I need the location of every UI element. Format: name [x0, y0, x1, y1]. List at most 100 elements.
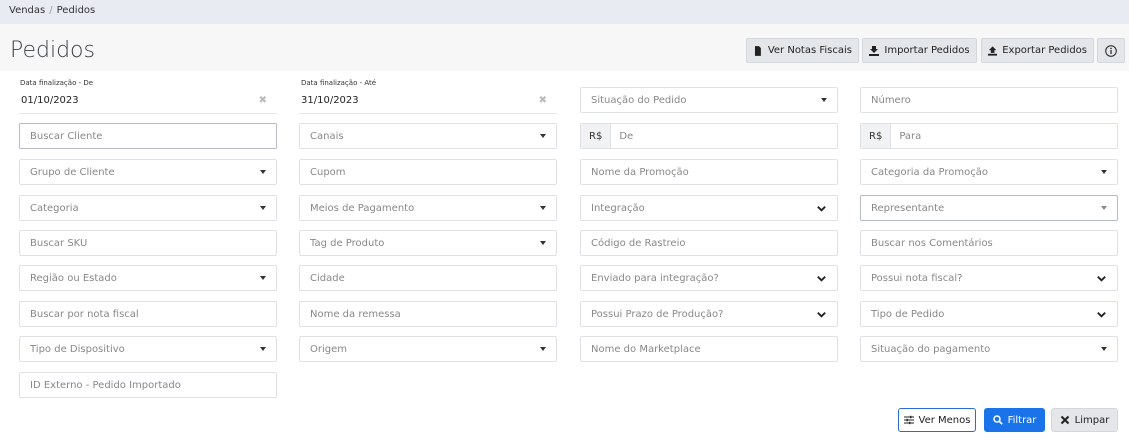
search-customer-input[interactable]: Buscar Cliente [19, 123, 277, 149]
promotion-name-input[interactable]: Nome da Promoção [580, 159, 838, 185]
caret-down-icon [821, 98, 827, 102]
chevron-down-icon [817, 311, 826, 318]
customer-group-placeholder: Grupo de Cliente [30, 166, 115, 178]
date-to-input[interactable]: 31/10/2023 ✖ [299, 88, 557, 114]
coupon-input[interactable]: Cupom [299, 159, 557, 185]
caret-down-icon [260, 206, 266, 210]
order-status-select[interactable]: Situação do Pedido [580, 87, 838, 113]
clear-label: Limpar [1074, 414, 1110, 426]
marketplace-name-input[interactable]: Nome do Marketplace [580, 336, 838, 362]
integration-placeholder: Integração [591, 202, 645, 214]
import-icon [869, 45, 880, 56]
breadcrumb-pedidos: Pedidos [56, 5, 96, 16]
has-invoice-select[interactable]: Possui nota fiscal? [860, 265, 1118, 291]
shipment-name-input[interactable]: Nome da remessa [299, 301, 557, 327]
payment-methods-select[interactable]: Meios de Pagamento [299, 195, 557, 221]
value-from-input[interactable]: R$ De [580, 123, 838, 149]
tracking-code-placeholder: Código de Rastreio [591, 237, 686, 249]
info-icon [1105, 44, 1117, 57]
category-select[interactable]: Categoria [19, 195, 277, 221]
page-title: Pedidos [10, 38, 95, 63]
promotion-category-select[interactable]: Categoria da Promoção [860, 159, 1118, 185]
export-icon [988, 45, 998, 56]
channels-select[interactable]: Canais [299, 123, 557, 149]
value-to-placeholder: Para [899, 130, 922, 142]
clear-button[interactable]: Limpar [1051, 408, 1118, 432]
integration-select[interactable]: Integração [580, 195, 838, 221]
import-orders-button[interactable]: Importar Pedidos [862, 38, 977, 63]
chevron-down-icon [817, 275, 826, 282]
payment-status-placeholder: Situação do pagamento [871, 343, 991, 355]
document-icon [754, 45, 761, 56]
order-type-placeholder: Tipo de Pedido [871, 308, 945, 320]
order-status-placeholder: Situação do Pedido [591, 94, 687, 106]
show-less-label: Ver Menos [918, 414, 971, 426]
search-sku-input[interactable]: Buscar SKU [19, 230, 277, 256]
city-input[interactable]: Cidade [299, 265, 557, 291]
currency-prefix: R$ [581, 124, 612, 148]
view-invoices-label: Ver Notas Fiscais [767, 45, 852, 56]
chevron-down-icon [1097, 275, 1106, 282]
payment-status-select[interactable]: Situação do pagamento [860, 336, 1118, 362]
breadcrumb-vendas[interactable]: Vendas [9, 5, 45, 16]
region-state-select[interactable]: Região ou Estado [19, 265, 277, 291]
value-from-placeholder: De [619, 130, 634, 142]
import-orders-label: Importar Pedidos [884, 45, 970, 56]
order-type-select[interactable]: Tipo de Pedido [860, 301, 1118, 327]
product-tag-select[interactable]: Tag de Produto [299, 230, 557, 256]
region-state-placeholder: Região ou Estado [30, 272, 117, 284]
search-icon [992, 415, 1003, 425]
search-invoice-input[interactable]: Buscar por nota fiscal [19, 301, 277, 327]
chevron-down-icon [1097, 311, 1106, 318]
origin-placeholder: Origem [310, 343, 348, 355]
date-to-value: 31/10/2023 [301, 95, 359, 106]
external-id-input[interactable]: ID Externo - Pedido Importado [19, 372, 277, 398]
city-placeholder: Cidade [310, 272, 345, 284]
caret-down-icon [1101, 170, 1107, 174]
channels-placeholder: Canais [310, 130, 344, 142]
external-id-placeholder: ID Externo - Pedido Importado [30, 379, 181, 391]
category-placeholder: Categoria [30, 202, 79, 214]
clear-icon[interactable]: ✖ [259, 95, 267, 106]
marketplace-name-placeholder: Nome do Marketplace [591, 343, 701, 355]
value-to-input[interactable]: R$ Para [860, 123, 1118, 149]
date-to-label: Data finalização - Até [301, 79, 377, 87]
search-sku-placeholder: Buscar SKU [30, 237, 88, 249]
customer-group-select[interactable]: Grupo de Cliente [19, 159, 277, 185]
search-comments-placeholder: Buscar nos Comentários [871, 237, 993, 249]
payment-methods-placeholder: Meios de Pagamento [310, 202, 415, 214]
search-comments-input[interactable]: Buscar nos Comentários [860, 230, 1118, 256]
view-invoices-button[interactable]: Ver Notas Fiscais [746, 38, 859, 63]
shipment-name-placeholder: Nome da remessa [310, 308, 401, 320]
breadcrumb: Vendas / Pedidos [0, 0, 1129, 24]
export-orders-button[interactable]: Exportar Pedidos [981, 38, 1094, 63]
date-from-label: Data finalização - De [20, 79, 94, 87]
show-less-button[interactable]: Ver Menos [898, 408, 976, 432]
promotion-category-placeholder: Categoria da Promoção [871, 166, 988, 178]
tracking-code-input[interactable]: Código de Rastreio [580, 230, 838, 256]
sent-integration-placeholder: Enviado para integração? [591, 272, 719, 284]
export-orders-label: Exportar Pedidos [1002, 45, 1087, 56]
caret-down-icon [540, 347, 546, 351]
caret-down-icon [260, 170, 266, 174]
sliders-icon [903, 415, 914, 425]
close-icon [1060, 415, 1069, 425]
info-button[interactable] [1097, 38, 1125, 63]
production-deadline-select[interactable]: Possui Prazo de Produção? [580, 301, 838, 327]
caret-down-icon [1101, 347, 1107, 351]
origin-select[interactable]: Origem [299, 336, 557, 362]
currency-prefix: R$ [861, 124, 892, 148]
sent-integration-select[interactable]: Enviado para integração? [580, 265, 838, 291]
search-invoice-placeholder: Buscar por nota fiscal [30, 308, 139, 320]
clear-icon[interactable]: ✖ [539, 95, 547, 106]
caret-down-icon [260, 347, 266, 351]
order-number-input[interactable]: Número [860, 87, 1118, 113]
coupon-placeholder: Cupom [310, 166, 346, 178]
date-from-input[interactable]: 01/10/2023 ✖ [19, 88, 277, 114]
caret-down-icon [1101, 206, 1107, 210]
filter-button[interactable]: Filtrar [984, 408, 1045, 432]
product-tag-placeholder: Tag de Produto [310, 237, 385, 249]
representative-select[interactable]: Representante [860, 195, 1118, 221]
device-type-placeholder: Tipo de Dispositivo [30, 343, 125, 355]
device-type-select[interactable]: Tipo de Dispositivo [19, 336, 277, 362]
